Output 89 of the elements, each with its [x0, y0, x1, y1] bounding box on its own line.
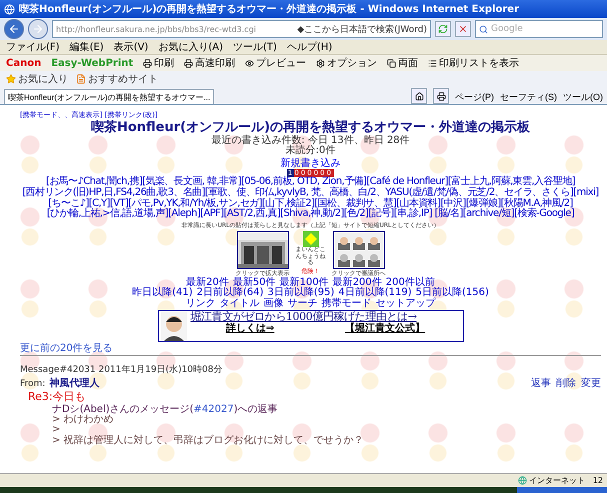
zoom-label: 12 — [592, 476, 603, 485]
reply-to-text: ナDシ(Abel)さんのメッセージ(#42027)への返事 — [52, 404, 279, 415]
nav-link[interactable]: 最新50件 — [232, 278, 276, 288]
command-button[interactable]: ツール(O) — [563, 91, 603, 104]
nav-link[interactable]: セットアップ — [376, 298, 436, 309]
nav-link[interactable]: リンク — [186, 298, 216, 309]
link-list[interactable]: [ひか輪,上祐,>信,語,道場,声][Aleph][APF][AST/2,西,真][Shiva,神,動/2][色/2][記号][串,診,IP] [脳/名][archive/短][検索-Google] — [20, 209, 601, 220]
menu-item[interactable]: ヘルプ(H) — [286, 40, 332, 54]
print-button[interactable] — [433, 88, 449, 104]
ad-link[interactable]: 【堀江貴文公式】 — [345, 322, 426, 334]
printer-icon — [436, 92, 446, 100]
brand-label: Canon — [6, 58, 42, 68]
forward-button[interactable] — [28, 19, 48, 39]
pages-icon — [387, 58, 396, 68]
forward-arrow-icon — [32, 23, 44, 35]
ad-link[interactable]: 詳しくは⇒ — [226, 322, 274, 334]
nav-link[interactable]: 2日前以降(64) — [196, 288, 264, 298]
toolbar-button[interactable]: 両面 — [387, 56, 418, 70]
toolbar-button[interactable]: プレビュー — [245, 56, 306, 70]
close-icon — [458, 24, 468, 34]
star-icon — [6, 74, 16, 84]
command-button[interactable]: ページ(P) — [455, 91, 494, 104]
message-header: Message#42031 2011年1月19日(水)10時08分 — [20, 364, 222, 375]
eye-icon — [245, 58, 254, 68]
search-hint: ◆ここから日本語で検索(JWord) — [297, 24, 427, 36]
page-icon — [76, 74, 86, 84]
message-subject: Re3:今日も — [28, 390, 87, 403]
nav-link[interactable]: 画像 — [264, 298, 284, 309]
quote-line: > わけわかめ — [52, 414, 115, 426]
nav-link[interactable]: 4日前以降(119) — [338, 288, 412, 298]
page-url: http://honfleur.sakura.ne.jp/bbs/bbs3/rec-wtd3.cgi — [56, 24, 256, 34]
message-action-link[interactable]: 削除 — [556, 376, 576, 390]
browser-icon — [4, 4, 15, 14]
nav-link[interactable]: 昨日以降(41) — [132, 288, 193, 298]
menu-item[interactable]: 表示(V) — [114, 40, 148, 54]
diamond-sign-icon — [302, 231, 318, 248]
nav-link[interactable]: 最新20件 — [186, 278, 229, 288]
menu-item[interactable]: ファイル(F) — [6, 40, 60, 54]
search-icon — [479, 24, 488, 34]
toolbar-button[interactable]: オプション — [316, 56, 378, 70]
search-placeholder: Google — [491, 24, 523, 34]
address-field[interactable]: http://honfleur.sakura.ne.jp/bbs/bbs3/rec-wtd3.cgi ◆ここから日本語で検索(JWord) — [52, 20, 431, 38]
suggested-sites-button[interactable]: おすすめサイト — [76, 72, 158, 86]
message-link[interactable]: #42027 — [194, 404, 234, 415]
from-label: From: — [20, 380, 46, 390]
toolbar-button[interactable]: 印刷 — [143, 56, 174, 70]
nav-link[interactable]: 携帯モード — [322, 298, 372, 309]
product-label: Easy-WebPrint — [51, 58, 134, 68]
favorites-button[interactable]: お気に入り — [6, 72, 68, 86]
older-posts-link[interactable]: 更に前の20件を見る — [20, 342, 113, 354]
globe-icon — [518, 476, 527, 485]
nav-link[interactable]: 200件以前 — [386, 278, 435, 288]
new-post-link[interactable]: 新規書き込み — [280, 158, 340, 169]
back-button[interactable] — [4, 19, 24, 39]
message-action-link[interactable]: 返事 — [531, 376, 551, 390]
author-name: 神風代理人 — [49, 376, 100, 390]
toolbar-button[interactable]: 印刷リストを表示 — [428, 56, 520, 70]
menu-item[interactable]: 編集(E) — [70, 40, 104, 54]
zone-label: インターネット — [518, 475, 585, 486]
home-button[interactable] — [411, 88, 427, 104]
toolbar-button[interactable]: 高速印刷 — [184, 56, 236, 70]
ad-banner[interactable]: 堀江貴文がゼロから1000億円稼げた理由とは→ 詳しくは⇒ 【堀江貴文公式】 — [158, 310, 464, 342]
command-button[interactable]: セーフティ(S) — [500, 91, 557, 104]
printer-icon — [143, 58, 152, 68]
home-icon — [414, 92, 424, 100]
nav-link[interactable]: サーチ — [288, 298, 318, 309]
link-list[interactable]: [西村リンク(旧)HP,日,FS4,26曲,歌3、名曲][軍歌、使、印仏,kyvlyB, 梵、高橋、白/2、YASU(虚/遺/梵/偽、元芝/2、セイラ、さくら][mixi] — [20, 188, 601, 199]
quote-line: > — [52, 425, 62, 436]
stats-text: 最近の書き込み件数: 今日 13件、昨日 28件 — [210, 136, 411, 146]
nav-link[interactable]: 3日前以降(95) — [268, 288, 334, 298]
printer-icon — [184, 58, 194, 68]
back-arrow-icon — [8, 23, 20, 35]
stop-button[interactable] — [455, 21, 471, 37]
stats-text: 未読分:0件 — [284, 146, 336, 157]
nav-link[interactable]: タイトル — [220, 298, 260, 309]
quote-line: > 祝辞は管理人に対して、弔辞はブログお化けに対して、でせうか？ — [52, 436, 365, 446]
gear-icon — [316, 58, 326, 68]
menu-item[interactable]: ツール(T) — [233, 40, 277, 54]
list-icon — [428, 58, 438, 68]
message-action-link[interactable]: 変更 — [581, 376, 601, 390]
refresh-icon — [438, 24, 448, 34]
browser-tab[interactable]: 喫茶Honfleur(オンフルール)の再開を熱望するオウマー... — [4, 89, 214, 104]
ad-headline[interactable]: 堀江貴文がゼロから1000億円稼げた理由とは→ — [190, 310, 460, 323]
link-list[interactable]: [お馬〜♪Chat,闇ch,携][気楽、長文画, 韓,非常][05-06,前板, OTD, Zion,予備][Café de Honfleur][富士上九,阿蘇,東雲,入谷聖地] — [20, 176, 601, 188]
page-heading: 喫茶Honfleur(オンフルール)の再開を熱望するオウマー・外道達の掲示板 — [90, 121, 532, 135]
menu-item[interactable]: お気に入り(A) — [158, 40, 223, 54]
refresh-button[interactable] — [435, 21, 451, 37]
nav-link[interactable]: 5日前以降(156) — [416, 288, 489, 298]
window-title: 喫茶Honfleur(オンフルール)の再開を熱望するオウマー・外道達の掲示板 - Windows Internet Explorer — [19, 2, 520, 16]
